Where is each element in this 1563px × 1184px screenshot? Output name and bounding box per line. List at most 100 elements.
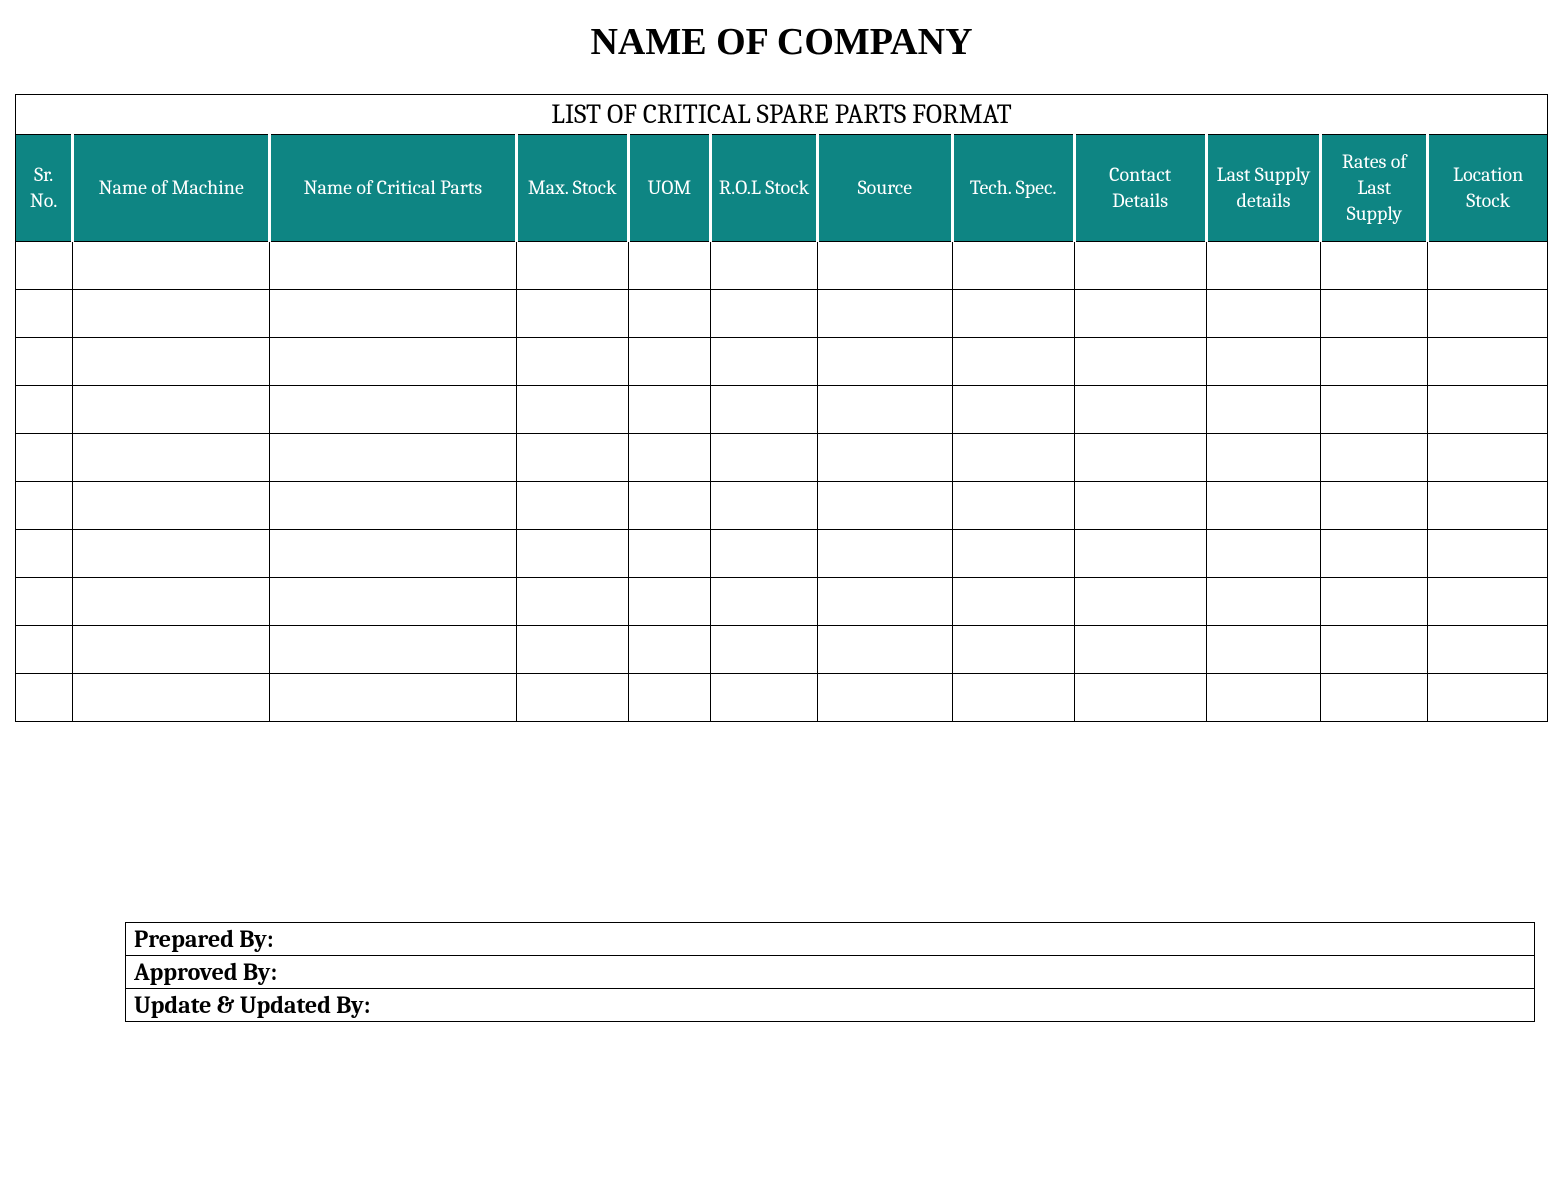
table-cell [1206,482,1321,530]
table-cell [818,386,953,434]
col-header-machine: Name of Machine [73,135,270,242]
col-header-parts: Name of Critical Parts [270,135,517,242]
table-cell [1206,434,1321,482]
table-cell [1074,674,1206,722]
updated-by-row: Update & Updated By: [126,989,1535,1022]
table-cell [710,674,817,722]
table-cell [73,674,270,722]
table-cell [952,578,1074,626]
footer-block: Prepared By: Approved By: Update & Updat… [125,922,1535,1022]
table-cell [1206,242,1321,290]
table-cell [952,338,1074,386]
table-cell [1206,530,1321,578]
table-cell [952,674,1074,722]
table-cell [1428,386,1548,434]
table-cell [628,530,710,578]
table-cell [16,338,73,386]
table-cell [73,626,270,674]
table-cell [1206,578,1321,626]
table-cell [516,242,628,290]
table-cell [1428,434,1548,482]
table-cell [952,530,1074,578]
col-header-uom: UOM [628,135,710,242]
table-cell [516,674,628,722]
table-cell [1321,578,1428,626]
table-cell [516,290,628,338]
table-cell [16,482,73,530]
table-cell [1074,338,1206,386]
table-cell [270,338,517,386]
table-cell [516,434,628,482]
table-cell [516,386,628,434]
table-row [16,386,1548,434]
table-cell [1074,578,1206,626]
table-cell [270,482,517,530]
table-cell [270,290,517,338]
table-cell [516,338,628,386]
col-header-location: Location Stock [1428,135,1548,242]
table-cell [818,530,953,578]
table-cell [16,578,73,626]
table-cell [270,434,517,482]
col-header-sr-no: Sr. No. [16,135,73,242]
table-cell [1206,386,1321,434]
table-cell [628,242,710,290]
table-cell [710,626,817,674]
table-cell [628,290,710,338]
table-cell [16,530,73,578]
table-cell [628,626,710,674]
table-cell [1206,338,1321,386]
col-header-tech-spec: Tech. Spec. [952,135,1074,242]
table-cell [16,242,73,290]
table-cell [516,626,628,674]
table-cell [16,434,73,482]
table-cell [1321,386,1428,434]
table-cell [1428,530,1548,578]
table-cell [818,578,953,626]
table-cell [1321,674,1428,722]
table-cell [1321,242,1428,290]
table-cell [270,386,517,434]
table-cell [952,434,1074,482]
table-cell [16,674,73,722]
table-cell [73,578,270,626]
table-cell [1074,482,1206,530]
table-cell [1428,338,1548,386]
footer-table: Prepared By: Approved By: Update & Updat… [125,922,1535,1022]
table-cell [1428,290,1548,338]
table-cell [1428,578,1548,626]
table-cell [1321,290,1428,338]
table-cell [952,242,1074,290]
table-cell [818,242,953,290]
table-cell [516,482,628,530]
table-cell [1206,290,1321,338]
table-cell [710,578,817,626]
table-cell [1074,386,1206,434]
table-cell [1074,626,1206,674]
table-cell [1321,530,1428,578]
table-cell [1428,674,1548,722]
table-cell [818,434,953,482]
table-cell [952,626,1074,674]
spare-parts-table: LIST OF CRITICAL SPARE PARTS FORMAT Sr. … [15,94,1548,722]
table-cell [710,290,817,338]
table-cell [710,530,817,578]
table-cell [710,386,817,434]
table-cell [818,626,953,674]
table-cell [1321,626,1428,674]
table-cell [1428,626,1548,674]
col-header-rol-stock: R.O.L Stock [710,135,817,242]
table-cell [628,482,710,530]
table-cell [270,530,517,578]
table-cell [628,434,710,482]
table-row [16,242,1548,290]
table-cell [1074,434,1206,482]
table-cell [818,482,953,530]
table-row [16,674,1548,722]
table-cell [73,242,270,290]
table-cell [1321,434,1428,482]
table-cell [628,674,710,722]
company-name: NAME OF COMPANY [15,20,1548,64]
table-title: LIST OF CRITICAL SPARE PARTS FORMAT [16,95,1548,135]
table-row [16,482,1548,530]
